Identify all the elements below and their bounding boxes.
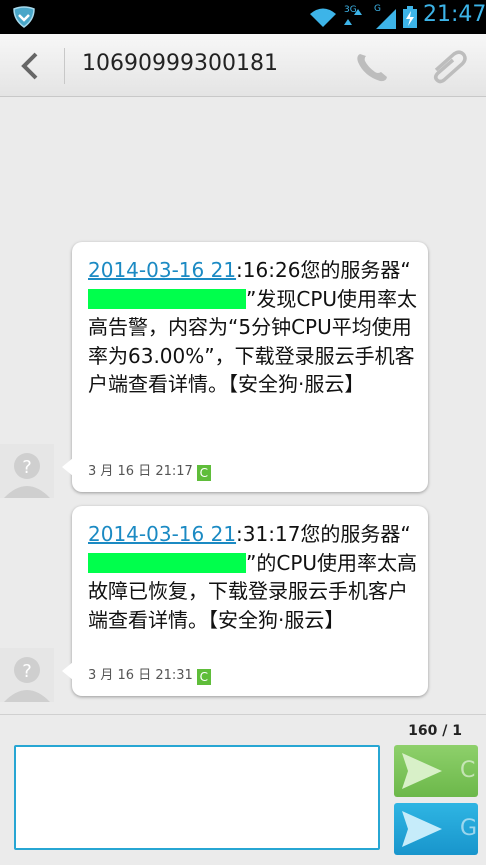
- back-button[interactable]: [16, 50, 44, 82]
- redacted-server-name: [88, 552, 246, 573]
- signal-strength-indicator: G: [374, 4, 398, 29]
- redacted-server-name: [88, 288, 246, 309]
- unknown-contact-icon: ?: [4, 453, 50, 498]
- status-bar: 3G G 21:47: [0, 0, 486, 34]
- network-3g-indicator: 3G: [344, 5, 366, 29]
- status-time: 21:47: [423, 2, 486, 27]
- send-button-sim2[interactable]: G: [394, 803, 478, 855]
- bubble-tail: [62, 458, 73, 476]
- signal-arrows-icon: [344, 9, 362, 25]
- wifi-icon: [310, 8, 336, 27]
- attach-button[interactable]: [426, 48, 470, 86]
- header-divider: [64, 48, 65, 84]
- message-text: 2014-03-16 21:31:17您的服务器“”的CPU使用率太高故障已恢复…: [88, 520, 418, 634]
- signal-icon: [376, 9, 396, 29]
- message-bubble[interactable]: 2014-03-16 21:16:26您的服务器“”发现CPU使用率太高告警，内…: [62, 242, 428, 492]
- battery-charging-icon: [403, 6, 417, 28]
- send-button-sim1[interactable]: C: [394, 745, 478, 797]
- send-button-label: G: [460, 816, 478, 841]
- message-date-link[interactable]: 2014-03-16 21: [88, 258, 236, 282]
- message-text-part: :31:17您的服务器“: [236, 522, 411, 546]
- message-meta: 3 月 16 日 21:17 C: [88, 460, 211, 481]
- composer: 160 / 1 C G: [0, 714, 486, 865]
- message-text: 2014-03-16 21:16:26您的服务器“”发现CPU使用率太高告警，内…: [88, 256, 418, 399]
- message-input[interactable]: [14, 745, 380, 850]
- char-count: 160 / 1: [408, 723, 462, 739]
- conversation-header: 10690999300181: [0, 34, 486, 97]
- unknown-contact-icon: ?: [4, 657, 50, 702]
- message-date-link[interactable]: 2014-03-16 21: [88, 522, 236, 546]
- message-text-part: :16:26您的服务器“: [236, 258, 411, 282]
- send-icon: [402, 811, 442, 847]
- message-timestamp: 3 月 16 日 21:17: [88, 464, 193, 479]
- carrier-badge-icon: C: [196, 669, 211, 685]
- back-arrow-icon: [21, 52, 38, 80]
- contact-avatar[interactable]: ?: [0, 648, 54, 702]
- phone-icon: [357, 54, 387, 82]
- svg-text:?: ?: [22, 457, 32, 478]
- message-bubble[interactable]: 2014-03-16 21:31:17您的服务器“”的CPU使用率太高故障已恢复…: [62, 506, 428, 696]
- paperclip-icon: [433, 50, 467, 84]
- shield-icon: [13, 6, 35, 28]
- contact-number: 10690999300181: [82, 51, 278, 76]
- message-timestamp: 3 月 16 日 21:31: [88, 668, 193, 683]
- message-meta: 3 月 16 日 21:31 C: [88, 664, 211, 685]
- contact-avatar[interactable]: ?: [0, 444, 54, 498]
- svg-text:?: ?: [22, 661, 32, 682]
- send-button-label: C: [460, 758, 476, 783]
- call-button[interactable]: [352, 50, 392, 84]
- send-icon: [402, 753, 442, 789]
- bubble-tail: [62, 662, 73, 680]
- carrier-badge-icon: C: [196, 465, 211, 481]
